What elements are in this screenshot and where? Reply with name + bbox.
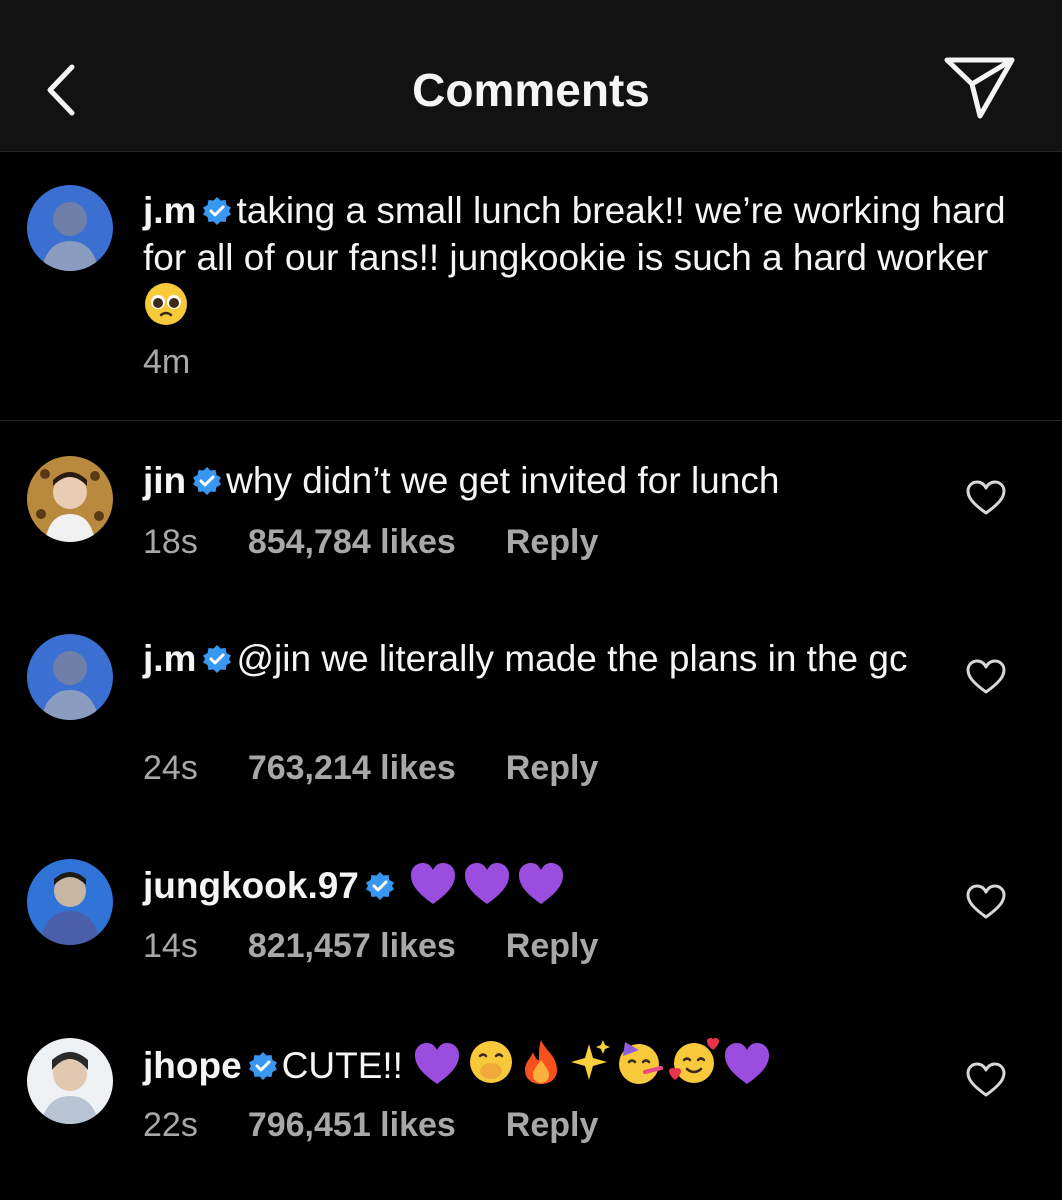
comment-meta: 24s 763,214 likes Reply	[143, 748, 648, 788]
reply-button[interactable]: Reply	[506, 523, 599, 561]
comment-username[interactable]: jungkook.97	[143, 865, 359, 906]
hand-over-mouth-emoji	[470, 1041, 513, 1083]
purple-heart-emoji	[411, 863, 456, 904]
comment-text: j.m @jin we literally made the plans in t…	[143, 635, 943, 682]
comment-meta: 22s 796,451 likes Reply	[143, 1105, 648, 1145]
avatar[interactable]	[27, 1038, 113, 1124]
reply-button[interactable]: Reply	[506, 927, 599, 965]
share-button[interactable]	[938, 54, 1020, 126]
verified-badge-icon	[203, 645, 232, 673]
comment-time: 22s	[143, 1106, 198, 1144]
caption-text: j.m taking a small lunch break!! we’re wo…	[143, 187, 1023, 330]
comment-text: jungkook.97	[143, 862, 943, 909]
comment-meta: 14s 821,457 likes Reply	[143, 926, 648, 966]
like-heart-icon[interactable]	[966, 480, 1006, 516]
comment-username[interactable]: jin	[143, 460, 186, 501]
comment-meta: 18s 854,784 likes Reply	[143, 522, 648, 562]
reply-button[interactable]: Reply	[506, 749, 599, 787]
caption-body: taking a small lunch break!! we’re worki…	[143, 190, 1006, 278]
sparkles-emoji	[571, 1040, 611, 1080]
comments-header: Comments	[0, 0, 1062, 152]
comment-time: 18s	[143, 523, 198, 561]
comment-time: 14s	[143, 927, 198, 965]
purple-heart-emoji	[415, 1043, 460, 1084]
partying-face-emoji	[619, 1042, 664, 1084]
comment-body: CUTE!!	[281, 1045, 403, 1086]
pleading-face-emoji	[145, 283, 187, 325]
verified-badge-icon	[365, 872, 394, 900]
fire-emoji	[525, 1040, 558, 1084]
page-title: Comments	[412, 64, 650, 116]
comment-body: why didn’t we get invited for lunch	[226, 460, 780, 501]
comment-likes[interactable]: 821,457 likes	[248, 927, 456, 965]
paper-plane-icon	[944, 57, 1015, 119]
verified-badge-icon	[248, 1052, 277, 1080]
comment-likes[interactable]: 796,451 likes	[248, 1106, 456, 1144]
purple-heart-emoji	[519, 863, 564, 904]
comment-text: jhope CUTE!!	[143, 1038, 963, 1089]
like-heart-icon[interactable]	[966, 1062, 1006, 1098]
comment-text: jin why didn’t we get invited for lunch	[143, 457, 933, 504]
caption-time: 4m	[143, 343, 191, 381]
smiling-face-with-hearts-emoji	[669, 1038, 720, 1083]
avatar[interactable]	[27, 456, 113, 542]
comment-body: @jin we literally made the plans in the …	[236, 638, 908, 679]
avatar[interactable]	[27, 634, 113, 720]
comment-likes[interactable]: 854,784 likes	[248, 523, 456, 561]
like-heart-icon[interactable]	[966, 659, 1006, 695]
avatar[interactable]	[27, 185, 113, 271]
reply-button[interactable]: Reply	[506, 1106, 599, 1144]
post-caption: j.m taking a small lunch break!! we’re wo…	[0, 152, 1062, 421]
avatar[interactable]	[27, 859, 113, 945]
comment-likes[interactable]: 763,214 likes	[248, 749, 456, 787]
purple-heart-emoji	[465, 863, 510, 904]
comment-username[interactable]: j.m	[143, 638, 196, 679]
caption-username[interactable]: j.m	[143, 190, 196, 231]
verified-badge-icon	[203, 197, 232, 225]
purple-heart-emoji	[725, 1043, 770, 1084]
comment-time: 24s	[143, 749, 198, 787]
like-heart-icon[interactable]	[966, 884, 1006, 920]
verified-badge-icon	[193, 467, 222, 495]
comment-username[interactable]: jhope	[143, 1045, 242, 1086]
